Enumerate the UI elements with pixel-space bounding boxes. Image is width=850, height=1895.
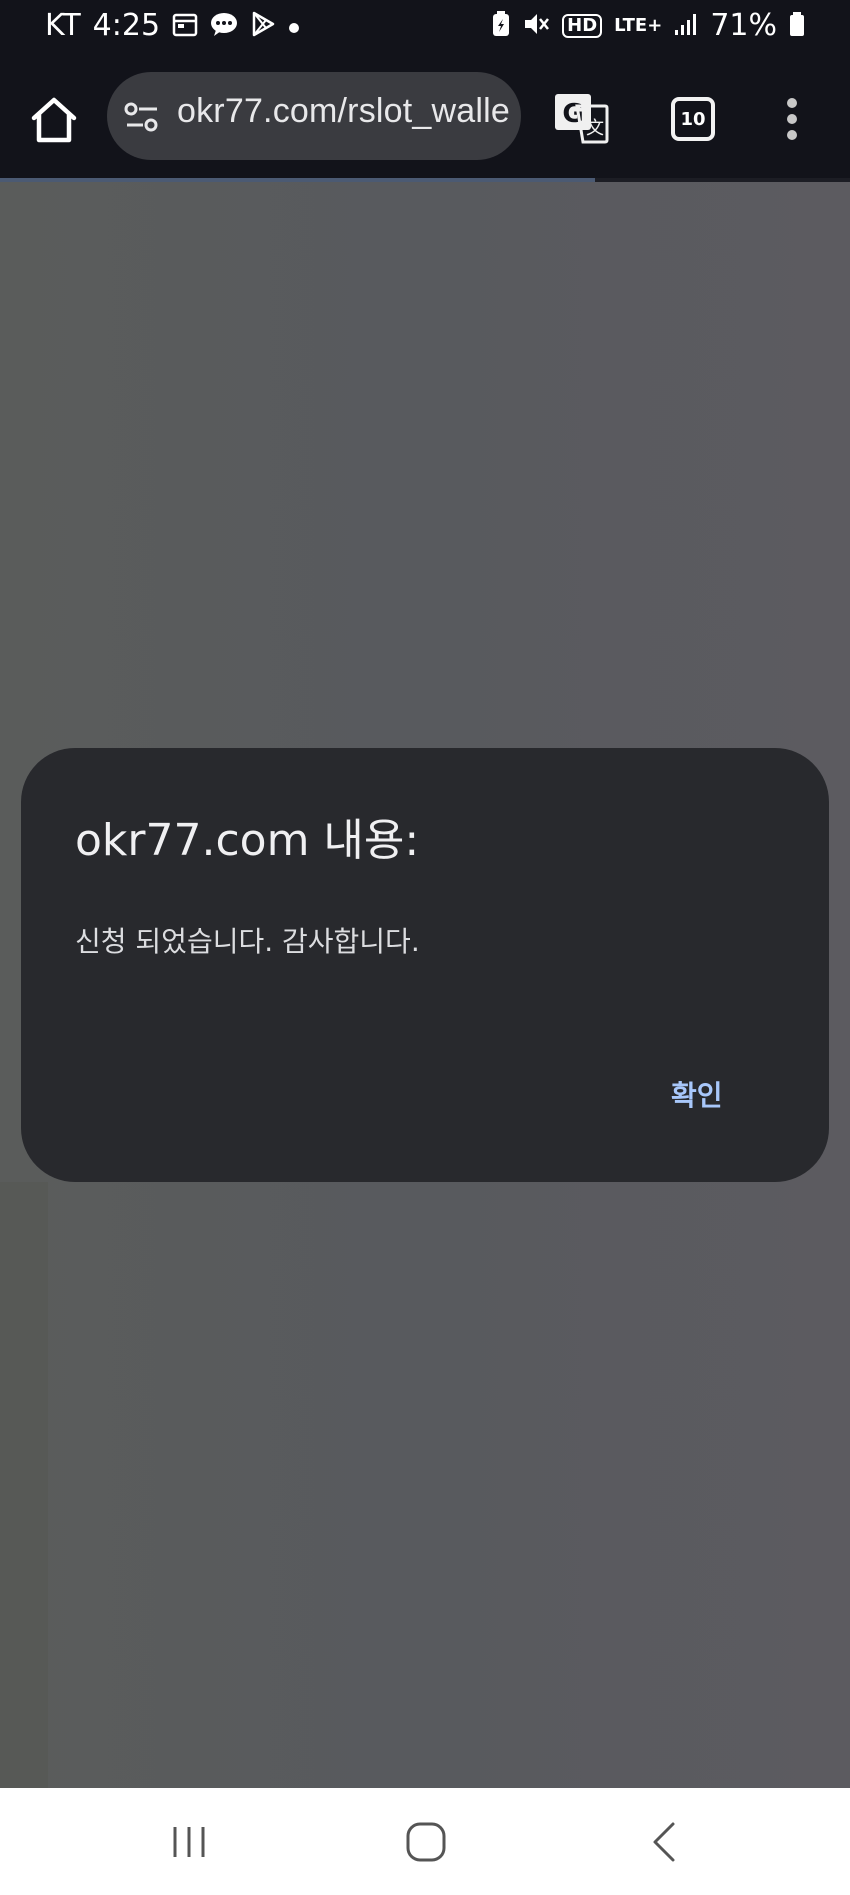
translate-button[interactable]: G 文 [553,90,609,146]
confirm-button[interactable]: 확인 [661,1070,733,1118]
menu-dot [787,130,797,140]
google-translate-icon: G 文 [555,94,609,144]
status-left: KT 4:25 [45,8,300,43]
tab-count: 10 [680,108,706,130]
tab-switcher-button[interactable]: 10 [671,97,715,141]
calendar-icon [172,11,198,41]
battery-saver-icon [492,10,510,41]
nav-home-button[interactable] [405,1821,447,1863]
signal-icon [674,12,698,40]
browser-toolbar: okr77.com/rslot_walle G 文 10 [0,56,850,180]
recent-apps-button[interactable] [170,1825,210,1859]
navigation-bar [0,1788,850,1895]
svg-text:文: 文 [586,118,604,139]
chat-icon [210,11,238,41]
mute-icon [522,11,550,41]
play-store-icon [250,11,276,41]
status-right: HD LTE+ 71% [492,8,805,43]
home-button[interactable] [28,94,80,146]
carrier-label: KT [45,8,81,43]
url-text[interactable]: okr77.com/rslot_walle [177,92,510,131]
nav-home-icon [406,1822,446,1862]
dialog-title: okr77.com 내용: [75,815,420,866]
battery-percent: 71% [710,8,777,43]
site-settings-icon[interactable] [123,100,161,134]
menu-dot [787,98,797,108]
dot-icon [288,14,300,38]
page-edge-strip [0,1182,48,1788]
time-label: 4:25 [92,8,161,43]
hd-icon: HD [562,13,603,38]
more-menu-button[interactable] [786,98,798,142]
back-button[interactable] [651,1821,677,1863]
status-bar: KT 4:25 HD LTE+ 71% [0,0,850,56]
battery-icon [789,11,805,41]
back-icon [653,1822,675,1862]
network-label: LTE+ [614,14,663,36]
menu-dot [787,114,797,124]
recent-apps-icon [173,1827,205,1857]
alert-dialog: okr77.com 내용: 신청 되었습니다. 감사합니다. 확인 [21,748,829,1182]
dialog-message: 신청 되었습니다. 감사합니다. [75,925,420,958]
home-icon [31,97,77,143]
address-bar[interactable]: okr77.com/rslot_walle [107,72,521,160]
